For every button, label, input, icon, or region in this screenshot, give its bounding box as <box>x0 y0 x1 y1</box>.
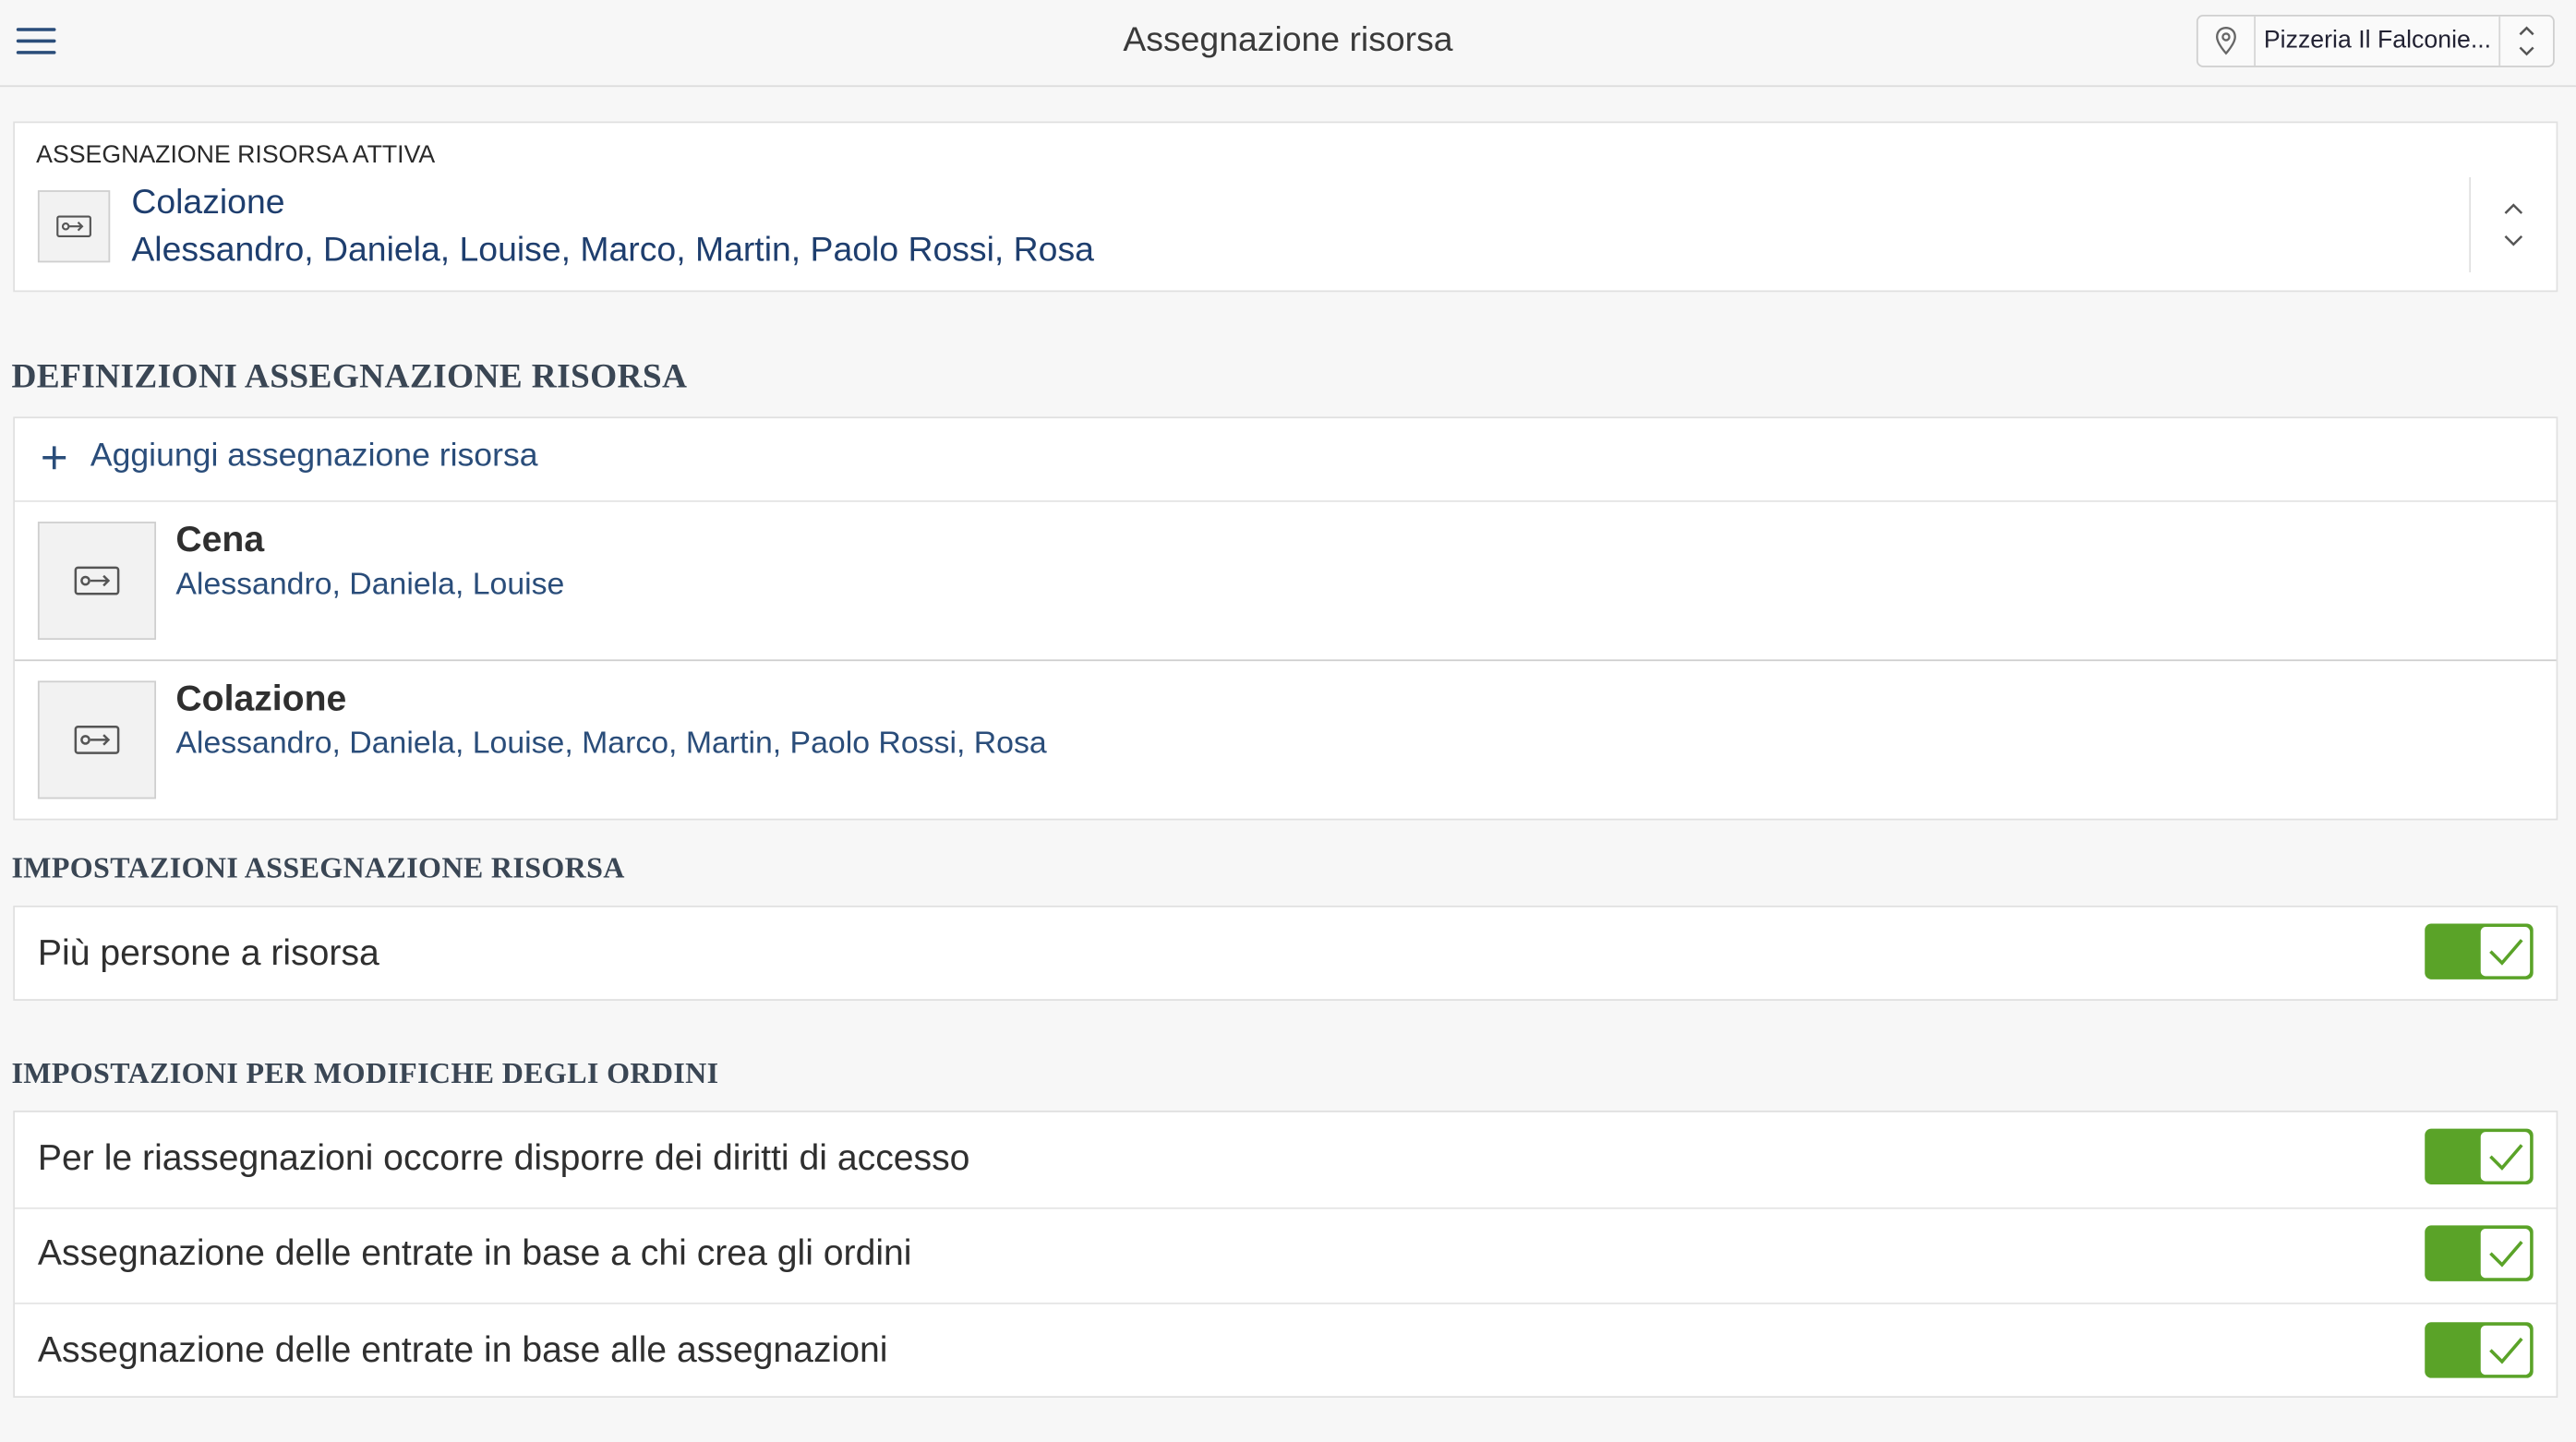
checkmark-icon <box>2489 1241 2523 1268</box>
active-assignment-label: ASSEGNAZIONE RISORSA ATTIVA <box>36 140 436 170</box>
setting-label: Per le riassegnazioni occorre disporre d… <box>37 1136 970 1178</box>
resource-settings-title: IMPOSTAZIONI ASSEGNAZIONE RISORSA <box>11 851 625 884</box>
definitions-title: DEFINIZIONI ASSEGNAZIONE RISORSA <box>11 355 688 396</box>
divider <box>15 1302 2557 1304</box>
add-assignment-button[interactable]: Aggiungi assegnazione risorsa <box>15 418 2557 500</box>
order-settings-title: IMPOSTAZIONI PER MODIFICHE DEGLI ORDINI <box>11 1056 719 1089</box>
chevron-up-down-icon[interactable] <box>2487 195 2540 254</box>
definitions-list: Aggiungi assegnazione risorsa Cena Aless… <box>13 416 2558 821</box>
location-select[interactable]: Pizzeria Il Falconie... <box>2196 14 2555 67</box>
order-settings-card: Per le riassegnazioni occorre disporre d… <box>13 1111 2558 1399</box>
assignment-members: Alessandro, Daniela, Louise, Marco, Mart… <box>175 727 1047 762</box>
active-assignment-card[interactable]: ASSEGNAZIONE RISORSA ATTIVA Colazione Al… <box>13 121 2558 293</box>
toggle-revenue-by-assignments[interactable] <box>2425 1322 2534 1378</box>
key-arrow-icon <box>37 680 157 799</box>
setting-label: Assegnazione delle entrate in base alle … <box>37 1328 888 1370</box>
checkmark-icon <box>2489 939 2523 966</box>
location-name: Pizzeria Il Falconie... <box>2263 26 2492 54</box>
setting-label: Più persone a risorsa <box>37 931 379 973</box>
resource-settings-card: Più persone a risorsa <box>13 905 2558 1001</box>
list-item[interactable]: Colazione Alessandro, Daniela, Louise, M… <box>15 661 2557 819</box>
active-assignment-members: Alessandro, Daniela, Louise, Marco, Mart… <box>131 231 1094 270</box>
toggle-reassignment-rights[interactable] <box>2425 1128 2534 1184</box>
top-bar: Assegnazione risorsa Pizzeria Il Falconi… <box>0 0 2576 88</box>
key-arrow-icon <box>37 522 157 641</box>
active-assignment-name: Colazione <box>131 184 285 222</box>
assignment-name: Colazione <box>175 677 347 719</box>
map-pin-icon <box>2198 16 2256 66</box>
key-arrow-icon <box>37 190 111 263</box>
app-root: Assegnazione risorsa Pizzeria Il Falconi… <box>0 0 2576 1442</box>
plus-icon <box>42 446 66 470</box>
toggle-revenue-by-creator[interactable] <box>2425 1225 2534 1281</box>
assignment-members: Alessandro, Daniela, Louise <box>175 567 565 603</box>
checkmark-icon <box>2489 1337 2523 1364</box>
toggle-multiple-persons[interactable] <box>2425 923 2534 979</box>
assignment-name: Cena <box>175 518 265 559</box>
chevron-up-down-icon <box>2498 16 2553 66</box>
page-title: Assegnazione risorsa <box>1123 21 1453 59</box>
checkmark-icon <box>2489 1144 2523 1171</box>
list-item[interactable]: Cena Alessandro, Daniela, Louise <box>15 502 2557 660</box>
divider <box>2469 176 2472 272</box>
add-assignment-label: Aggiungi assegnazione risorsa <box>90 438 538 475</box>
setting-label: Assegnazione delle entrate in base a chi… <box>37 1232 912 1273</box>
divider <box>15 1207 2557 1209</box>
